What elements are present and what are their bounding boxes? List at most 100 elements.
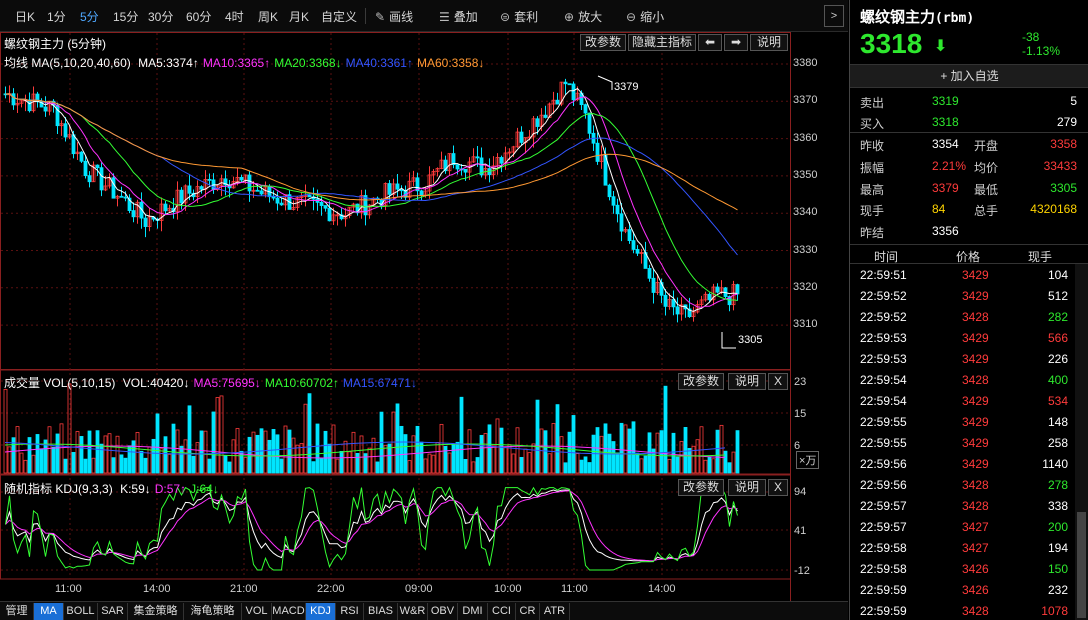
- indicator-tab[interactable]: 管理: [0, 603, 34, 620]
- indicator-tab[interactable]: 集金策略: [128, 603, 184, 620]
- period-tab[interactable]: 日K: [15, 8, 35, 25]
- volume-bar: [491, 445, 496, 474]
- tick-list[interactable]: 22:59:51 3429 104 22:59:52 3429 512 22:59:52 34…: [850, 264, 1074, 620]
- indicator-tab[interactable]: CCI: [488, 603, 516, 620]
- toolbar-tool-button[interactable]: ⊕ 放大: [564, 8, 602, 25]
- add-watchlist-label: 加入自选: [950, 69, 999, 83]
- volume-bar: [555, 404, 560, 474]
- tick-price: 3429: [962, 415, 989, 429]
- volume-bar: [735, 430, 740, 474]
- indicator-tab[interactable]: BIAS: [364, 603, 398, 620]
- volume-bar: [471, 461, 476, 474]
- indicator-tab[interactable]: MACD: [272, 603, 306, 620]
- period-tab[interactable]: 月K: [289, 8, 309, 25]
- indicator-tab[interactable]: OBV: [428, 603, 458, 620]
- volume-bar: [111, 457, 116, 474]
- scrollbar-thumb[interactable]: [1077, 512, 1086, 618]
- tick-price: 3427: [962, 520, 989, 534]
- volume-bar: [75, 431, 80, 474]
- indicator-tab[interactable]: VOL: [242, 603, 272, 620]
- hide-main-indicator-button[interactable]: 隐藏主指标: [628, 34, 696, 51]
- indicator-tab[interactable]: MA: [34, 603, 64, 620]
- tick-row: 22:59:59 3428 1078: [850, 600, 1074, 620]
- tick-price: 3428: [962, 478, 989, 492]
- main-params-button[interactable]: 改参数: [580, 34, 626, 51]
- volume-bar: [731, 451, 736, 474]
- toolbar-tool-button[interactable]: ⊜ 套利: [500, 8, 538, 25]
- volume-bar: [659, 430, 664, 474]
- tick-volume: 150: [1047, 562, 1068, 576]
- price-axis-tick: 3320: [793, 280, 818, 293]
- period-tab[interactable]: 5分: [80, 8, 99, 25]
- toolbar-tool-button[interactable]: ⊖ 缩小: [626, 8, 664, 25]
- stat-label: 现手: [860, 204, 885, 219]
- indicator-tab[interactable]: 海龟策略: [184, 603, 242, 620]
- vol-close-icon[interactable]: X: [768, 373, 788, 390]
- indicator-tab[interactable]: CR: [516, 603, 540, 620]
- stat-label: 最低: [974, 182, 999, 197]
- candle-body: [307, 194, 312, 198]
- tick-scrollbar[interactable]: [1075, 264, 1088, 620]
- tick-time: 22:59:52: [860, 310, 907, 324]
- volume-bar: [23, 459, 28, 474]
- candle-body: [707, 293, 712, 301]
- candle-body: [95, 164, 100, 169]
- low-marker-line: [721, 332, 736, 349]
- candle-body: [271, 196, 276, 199]
- vol-params-button[interactable]: 改参数: [678, 373, 724, 390]
- kline-chart-area[interactable]: [0, 32, 848, 601]
- indicator-tab[interactable]: ATR: [540, 603, 570, 620]
- volume-bar: [571, 415, 576, 474]
- ask-price: 3319: [932, 94, 959, 108]
- candle-body: [199, 186, 204, 190]
- vol-legend: 成交量 VOL(5,10,15) VOL:40420↓ MA5:75695↓ MA1…: [4, 374, 417, 391]
- kdj-params-button[interactable]: 改参数: [678, 479, 724, 496]
- period-tab[interactable]: 4时: [225, 8, 244, 25]
- volume-bar: [15, 426, 20, 474]
- time-axis-tick: 21:00: [230, 583, 258, 595]
- tick-volume: 566: [1047, 331, 1068, 345]
- period-tab[interactable]: 30分: [148, 8, 173, 25]
- indicator-tab[interactable]: BOLL: [64, 603, 98, 620]
- period-tab[interactable]: 60分: [186, 8, 211, 25]
- main-help-button[interactable]: 说明: [750, 34, 788, 51]
- volume-bar: [207, 458, 212, 474]
- tick-volume: 400: [1047, 373, 1068, 387]
- add-watchlist-button[interactable]: + 加入自选: [850, 64, 1088, 88]
- volume-bar: [263, 430, 268, 474]
- indicator-tab[interactable]: KDJ: [306, 603, 336, 620]
- indicator-tab[interactable]: W&R: [398, 603, 428, 620]
- volume-bar: [359, 435, 364, 474]
- period-tab[interactable]: 15分: [113, 8, 138, 25]
- indicator-tab[interactable]: SAR: [98, 603, 128, 620]
- kdj-axis-tick: 94: [794, 486, 807, 498]
- candle-body: [327, 207, 332, 222]
- arrow-right-icon[interactable]: ➡: [724, 34, 748, 51]
- period-tab[interactable]: 周K: [258, 8, 278, 25]
- indicator-tab[interactable]: RSI: [336, 603, 364, 620]
- tick-row: 22:59:57 3427 200: [850, 516, 1074, 537]
- candle-body: [651, 277, 656, 293]
- volume-bar: [351, 431, 356, 474]
- tick-time: 22:59:53: [860, 331, 907, 345]
- period-tab[interactable]: 自定义: [321, 8, 357, 25]
- indicator-tab[interactable]: DMI: [458, 603, 488, 620]
- candle-body: [519, 131, 524, 143]
- draw-line-button[interactable]: ✎ 画线: [375, 8, 413, 25]
- candle-body: [611, 196, 616, 206]
- candle-body: [87, 175, 92, 183]
- candle-body: [595, 142, 600, 162]
- volume-bar: [287, 429, 292, 474]
- kdj-help-button[interactable]: 说明: [728, 479, 766, 496]
- chevron-right-icon[interactable]: >: [824, 5, 844, 27]
- arrow-left-icon[interactable]: ⬅: [698, 34, 722, 51]
- candle-body: [675, 306, 680, 315]
- period-tab[interactable]: 1分: [47, 8, 66, 25]
- stat-label: 开盘: [974, 139, 999, 153]
- candle-body: [319, 201, 324, 206]
- tick-price: 3426: [962, 583, 989, 597]
- volume-bar: [51, 446, 56, 474]
- toolbar-tool-button[interactable]: ☰ 叠加: [439, 8, 478, 25]
- vol-help-button[interactable]: 说明: [728, 373, 766, 390]
- kdj-close-icon[interactable]: X: [768, 479, 788, 496]
